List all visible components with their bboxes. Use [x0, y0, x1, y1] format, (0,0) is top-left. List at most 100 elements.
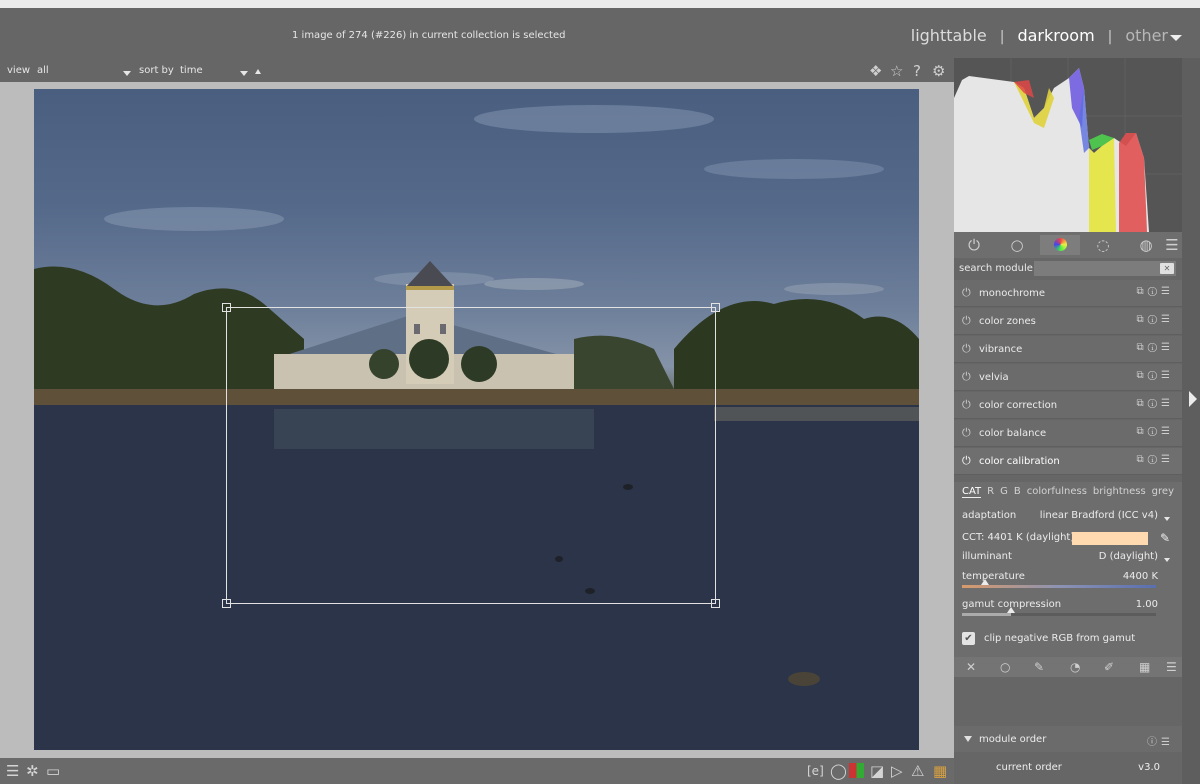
overexposed-warning-icon[interactable]: ⚠	[911, 762, 924, 780]
uniform-mask-icon[interactable]: ○	[1000, 659, 1010, 675]
effects-group-tab-icon[interactable]: ◍	[1126, 235, 1166, 255]
view-filter-dropdown-icon[interactable]	[123, 68, 131, 79]
power-icon[interactable]: ⏻	[962, 287, 971, 299]
blend-menu-icon[interactable]: ☰	[1166, 659, 1177, 675]
correct-group-tab-icon[interactable]: ◌	[1083, 235, 1123, 255]
illuminant-value[interactable]: D (daylight)	[1099, 551, 1158, 562]
crop-handle-top-left[interactable]	[222, 303, 231, 312]
views-dropdown-icon[interactable]	[1170, 35, 1182, 41]
second-window-icon[interactable]: ▭	[46, 762, 60, 780]
temperature-marker[interactable]	[981, 579, 990, 585]
power-icon[interactable]: ⏻	[962, 371, 971, 383]
gamut-check-icon[interactable]: ▷	[891, 762, 903, 780]
active-modules-tab-icon[interactable]: ⏻	[954, 235, 994, 255]
styles-icon[interactable]: ✲	[26, 762, 39, 780]
crop-handle-bottom-left[interactable]	[222, 599, 231, 608]
search-module-input[interactable]	[1034, 261, 1176, 276]
gamut-marker[interactable]	[1006, 607, 1015, 613]
drawn-parametric-mask-icon[interactable]: ✐	[1104, 659, 1114, 675]
module-color-calibration[interactable]: ⏻ color calibration ⧉ⓘ☰	[954, 448, 1182, 475]
module-action-icons[interactable]: ⧉ⓘ☰	[1137, 314, 1174, 325]
module-color-zones[interactable]: ⏻ color zones ⧉ⓘ☰	[954, 308, 1182, 335]
tab-colorfulness[interactable]: colorfulness	[1027, 486, 1087, 498]
help-icon[interactable]: ?	[913, 62, 921, 80]
module-action-icons[interactable]: ⧉ⓘ☰	[1137, 398, 1174, 409]
view-filter-value[interactable]: all	[37, 65, 49, 76]
bulb-icon[interactable]: ◯	[830, 762, 847, 780]
power-icon[interactable]: ⏻	[962, 399, 971, 411]
temperature-slider[interactable]: temperature 4400 K	[962, 571, 1158, 595]
color-group-tab-icon[interactable]	[1040, 235, 1080, 255]
adaptation-dropdown-icon[interactable]	[1164, 513, 1170, 524]
raw-overexposed-icon[interactable]: ▦	[933, 762, 947, 780]
mask-off-icon[interactable]: ✕	[966, 659, 976, 675]
crop-rectangle[interactable]	[222, 303, 720, 608]
right-panel-toggle[interactable]	[1182, 58, 1200, 784]
module-action-icons[interactable]: ⧉ⓘ☰	[1137, 426, 1174, 437]
sort-order-icon[interactable]	[255, 66, 261, 77]
parametric-mask-icon[interactable]: ◔	[1070, 659, 1080, 675]
tab-g[interactable]: G	[1000, 486, 1008, 498]
clip-negative-checkbox[interactable]: ✔	[962, 632, 975, 645]
gear-icon[interactable]: ⚙	[932, 62, 945, 80]
power-icon[interactable]: ⏻	[962, 455, 971, 467]
top-panel-toggle[interactable]	[0, 0, 1200, 15]
module-action-icons[interactable]: ⧉ⓘ☰	[1137, 342, 1174, 353]
crop-handle-top-right[interactable]	[711, 303, 720, 312]
view-darkroom[interactable]: darkroom	[1017, 26, 1094, 45]
tab-brightness[interactable]: brightness	[1093, 486, 1146, 498]
power-icon[interactable]: ⏻	[962, 343, 971, 355]
gamut-track[interactable]	[962, 607, 1156, 616]
tab-b[interactable]: B	[1014, 486, 1021, 498]
view-other[interactable]: other	[1125, 26, 1168, 45]
image-canvas[interactable]	[0, 82, 954, 758]
grouping-icon[interactable]: ❖	[869, 62, 882, 80]
histogram[interactable]	[954, 58, 1182, 232]
quick-access-icon[interactable]: ☰	[6, 762, 19, 780]
adaptation-row[interactable]: adaptation linear Bradford (ICC v4)	[962, 510, 1170, 524]
adaptation-value[interactable]: linear Bradford (ICC v4)	[1040, 510, 1158, 521]
search-module-row: search module ✕	[954, 258, 1182, 280]
star-icon[interactable]: ☆	[890, 62, 903, 80]
cct-color-swatch[interactable]	[1072, 532, 1148, 545]
sort-by-value[interactable]: time	[180, 65, 203, 76]
illuminant-row[interactable]: illuminant D (daylight)	[962, 551, 1170, 565]
crop-handle-bottom-right[interactable]	[711, 599, 720, 608]
module-velvia[interactable]: ⏻ velvia ⧉ⓘ☰	[954, 364, 1182, 391]
module-color-correction[interactable]: ⏻ color correction ⧉ⓘ☰	[954, 392, 1182, 419]
collapse-right-arrow-icon[interactable]	[1189, 391, 1197, 407]
gamut-fill	[962, 613, 1011, 616]
module-action-icons[interactable]: ⧉ⓘ☰	[1137, 370, 1174, 381]
gamut-compression-value[interactable]: 1.00	[1136, 599, 1158, 610]
gamut-compression-slider[interactable]: gamut compression 1.00	[962, 599, 1158, 623]
temperature-track[interactable]	[962, 579, 1156, 588]
module-monochrome[interactable]: ⏻ monochrome ⧉ⓘ☰	[954, 280, 1182, 307]
base-group-tab-icon[interactable]: ○	[997, 235, 1037, 255]
cct-row: CCT: 4401 K (daylight) ✎	[962, 531, 1170, 546]
illuminant-dropdown-icon[interactable]	[1164, 554, 1170, 565]
module-action-icons[interactable]: ⧉ⓘ☰	[1137, 454, 1174, 465]
softproof-icon[interactable]: ◪	[870, 762, 884, 780]
tab-r[interactable]: R	[987, 486, 994, 498]
module-order-action-icons[interactable]: ⓘ☰	[1147, 733, 1174, 748]
tab-cat[interactable]: CAT	[962, 486, 982, 498]
focus-peaking-icon[interactable]: [e]	[807, 762, 824, 780]
color-assessment-icon[interactable]	[849, 763, 864, 778]
module-color-balance[interactable]: ⏻ color balance ⧉ⓘ☰	[954, 420, 1182, 447]
raster-mask-icon[interactable]: ▦	[1139, 659, 1150, 675]
module-order-header[interactable]: module order ⓘ☰	[954, 726, 1182, 752]
power-icon[interactable]: ⏻	[962, 315, 971, 327]
clear-search-icon[interactable]: ✕	[1160, 263, 1174, 274]
module-vibrance[interactable]: ⏻ vibrance ⧉ⓘ☰	[954, 336, 1182, 363]
groups-menu-icon[interactable]: ☰	[1162, 235, 1182, 255]
drawn-mask-icon[interactable]: ✎	[1034, 659, 1044, 675]
power-icon[interactable]: ⏻	[962, 427, 971, 439]
sort-dropdown-icon[interactable]	[240, 68, 248, 79]
illuminant-label: illuminant	[962, 551, 1012, 562]
view-lighttable[interactable]: lighttable	[911, 26, 987, 45]
tab-grey[interactable]: grey	[1152, 486, 1174, 498]
collapse-arrow-icon[interactable]	[964, 736, 972, 742]
module-action-icons[interactable]: ⧉ⓘ☰	[1137, 286, 1174, 297]
color-picker-icon[interactable]: ✎	[1160, 531, 1170, 545]
temperature-value[interactable]: 4400 K	[1123, 571, 1158, 582]
